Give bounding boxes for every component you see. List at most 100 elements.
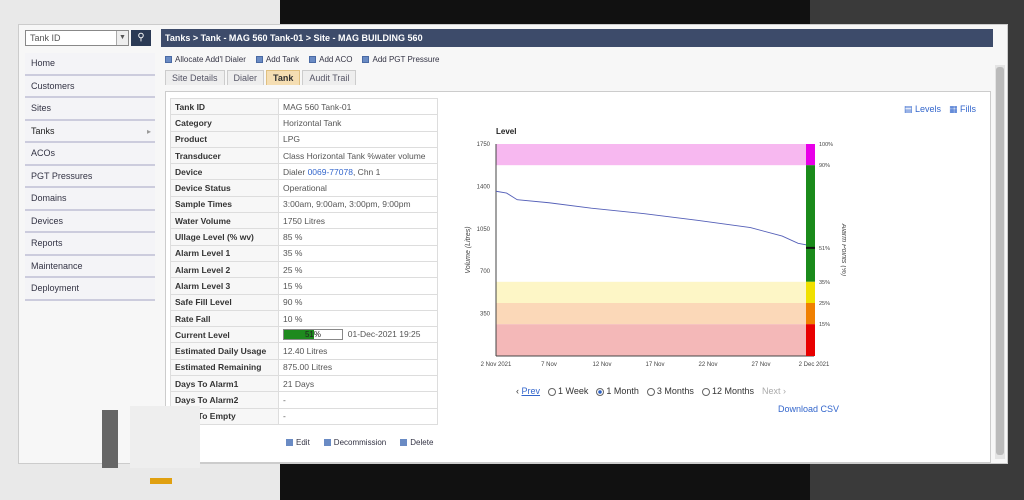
allocate-dialer-button[interactable]: Allocate Add'l Dialer — [165, 55, 246, 64]
alarm-band — [496, 324, 814, 356]
tank-id-select[interactable]: Tank ID ▼ — [25, 30, 129, 46]
levels-link[interactable]: ▤ Levels — [904, 104, 941, 115]
decommission-icon — [323, 439, 331, 446]
sidebar-item-customers[interactable]: Customers — [25, 75, 155, 98]
current-level-key: Current Level — [170, 326, 279, 344]
sidebar-item-pgt-pressures[interactable]: PGT Pressures — [25, 165, 155, 188]
device-status-value: Operational — [278, 179, 438, 197]
download-csv-link[interactable]: Download CSV — [778, 404, 839, 414]
right-tick-label: 100% — [819, 142, 833, 148]
sidebar-item-maintenance[interactable]: Maintenance — [25, 255, 155, 278]
add-tank-button[interactable]: Add Tank — [255, 55, 299, 64]
sidebar-item-sites[interactable]: Sites — [25, 98, 155, 121]
levels-label: Levels — [914, 104, 941, 114]
chevron-down-icon[interactable]: ▼ — [116, 31, 128, 45]
alarm-band — [496, 144, 814, 166]
sidebar-item-home[interactable]: Home — [25, 53, 155, 76]
delete-button[interactable]: Delete — [400, 438, 433, 447]
right-tick-label: 51% — [819, 246, 830, 252]
alarm3-value: 15 % — [278, 277, 438, 295]
right-tick-label: 90% — [819, 163, 830, 169]
right-tick-label: 35% — [819, 280, 830, 286]
ullage-key: Ullage Level (% wv) — [170, 228, 279, 246]
x-tick-label: 7 Nov — [541, 362, 557, 368]
fills-label: Fills — [960, 104, 976, 114]
est-daily-value: 12.40 Litres — [278, 342, 438, 360]
tank-id-value: MAG 560 Tank-01 — [278, 97, 438, 116]
sidebar-item-label: Reports — [31, 238, 63, 248]
ullage-value: 85 % — [278, 228, 438, 246]
tank-info-table: Tank ID MAG 560 Tank-01 Category Horizonta… — [170, 97, 438, 425]
sample-times-value: 3:00am, 9:00am, 3:00pm, 9:00pm — [278, 195, 438, 214]
sidebar-item-label: Tanks — [31, 125, 55, 136]
table-row: Days To Alarm1 21 Days — [170, 375, 438, 393]
video-overlay-bar — [102, 410, 118, 468]
product-value: LPG — [278, 130, 438, 148]
add-aco-icon — [309, 56, 317, 63]
current-level-value: 51% 01-Dec-2021 19:25 — [278, 326, 438, 344]
delete-icon — [400, 439, 408, 446]
add-pgt-button[interactable]: Add PGT Pressure — [362, 55, 439, 64]
alarm-point-segment — [806, 281, 815, 303]
x-tick-label: 17 Nov — [645, 362, 664, 368]
safe-fill-key: Safe Fill Level — [170, 293, 279, 311]
tab-dialer[interactable]: Dialer — [226, 70, 265, 85]
fills-icon: ▦ — [948, 104, 958, 114]
range-1-month[interactable]: 1 Month — [596, 386, 639, 396]
tank-actions: Edit Decommission Delete — [286, 438, 433, 447]
sidebar-item-devices[interactable]: Devices — [25, 210, 155, 233]
radio-icon — [701, 387, 710, 396]
alarm1-key: Alarm Level 1 — [170, 244, 279, 262]
y2-axis-label: Alarm Points (%) — [840, 223, 846, 277]
range-12-months[interactable]: 12 Months — [701, 386, 754, 396]
decommission-label: Decommission — [333, 438, 387, 447]
x-tick-label: 2 Dec 2021 — [799, 362, 830, 368]
device-prefix: Dialer — [283, 166, 308, 177]
video-overlay-marker — [150, 478, 172, 484]
edit-button[interactable]: Edit — [286, 438, 310, 447]
alarm-point-segment — [806, 165, 815, 282]
sidebar-item-tanks[interactable]: Tanks ▸ — [25, 120, 155, 143]
right-tick-label: 15% — [819, 322, 830, 328]
sidebar-item-reports[interactable]: Reports — [25, 233, 155, 256]
table-row: Sample Times 3:00am, 9:00am, 3:00pm, 9:00… — [170, 195, 438, 214]
x-tick-label: 2 Nov 2021 — [481, 362, 512, 368]
alarm1-value: 35 % — [278, 244, 438, 262]
tab-tank[interactable]: Tank — [266, 70, 301, 85]
tab-audit-trail[interactable]: Audit Trail — [302, 70, 357, 85]
device-value: Dialer 0069-77078, Chn 1 — [278, 163, 438, 181]
current-level-date: 01-Dec-2021 19:25 — [347, 329, 421, 340]
table-row: Days To Empty - — [170, 407, 438, 425]
range-selector: ‹ Prev 1 Week 1 Month 3 Months 12 Months… — [516, 386, 786, 396]
scrollbar-thumb[interactable] — [996, 67, 1004, 455]
right-tick-label: 25% — [819, 301, 830, 307]
sidebar-item-deployment[interactable]: Deployment — [25, 278, 155, 301]
view-links: ▤ Levels ▦ Fills — [904, 104, 976, 115]
range-1-week[interactable]: 1 Week — [548, 386, 588, 396]
y-tick-label: 1400 — [477, 184, 491, 190]
sidebar-item-label: Domains — [31, 193, 67, 203]
add-aco-button[interactable]: Add ACO — [309, 55, 352, 64]
sidebar-item-label: Customers — [31, 80, 75, 91]
fills-link[interactable]: ▦ Fills — [949, 104, 976, 115]
app-window: Tank ID ▼ ⚲ Home Customers Sites Tanks ▸ ACOs… — [18, 24, 1008, 464]
level-chart: 350 700 1050 1400 1750 2 Nov 2021 7 Nov 12 Nov 1… — [465, 127, 846, 368]
sidebar-item-acos[interactable]: ACOs — [25, 143, 155, 166]
alarm-point-segment — [806, 324, 815, 356]
prev-link[interactable]: ‹ Prev — [516, 386, 540, 396]
tab-site-details[interactable]: Site Details — [165, 70, 225, 85]
search-icon[interactable]: ⚲ — [131, 30, 151, 46]
device-link[interactable]: 0069-77078 — [308, 167, 353, 177]
range-3-months[interactable]: 3 Months — [646, 386, 694, 396]
rate-fall-key: Rate Fall — [170, 309, 279, 328]
edit-icon — [286, 439, 293, 446]
decommission-button[interactable]: Decommission — [323, 438, 387, 447]
alarm2-value: 25 % — [278, 260, 438, 279]
range-1-week-label: 1 Week — [558, 386, 589, 396]
days-alarm2-value: - — [278, 391, 438, 409]
scrollbar[interactable] — [995, 65, 1005, 459]
sidebar-item-domains[interactable]: Domains — [25, 188, 155, 211]
est-daily-key: Estimated Daily Usage — [170, 342, 279, 360]
next-link[interactable]: Next › — [762, 386, 786, 396]
water-volume-value: 1750 Litres — [278, 212, 438, 230]
